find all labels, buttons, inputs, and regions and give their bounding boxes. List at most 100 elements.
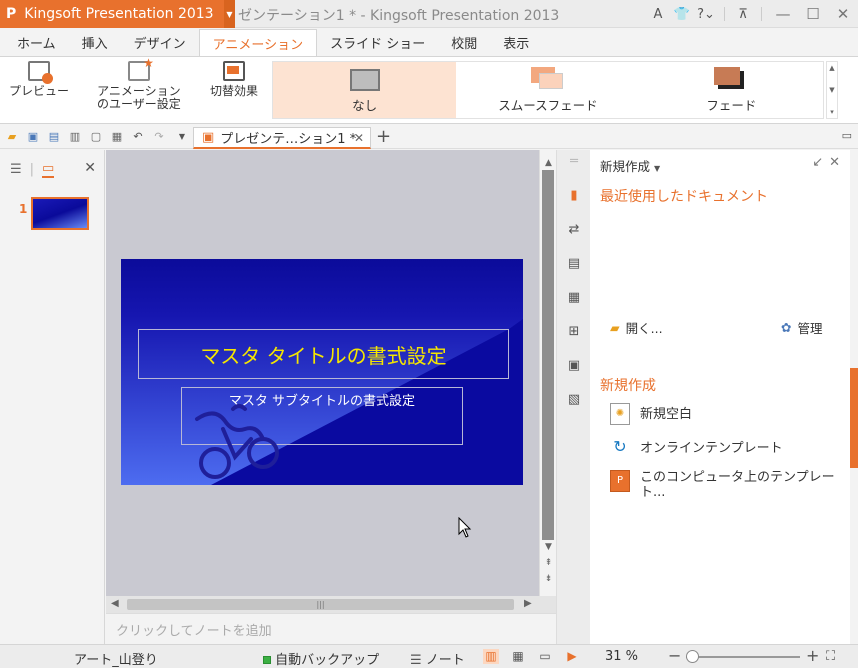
task-sidebar: ═ ▮ ⇄ ▤ ▦ ⊞ ▣ ▧ — [556, 150, 590, 644]
undo-icon[interactable]: ↶ — [131, 130, 145, 144]
slide-thumbnail[interactable] — [31, 197, 89, 230]
reading-view-icon[interactable]: ▭ — [537, 649, 553, 664]
transition-gallery: なし スムースフェード フェード — [272, 61, 824, 119]
tab-animation[interactable]: アニメーション — [198, 29, 318, 56]
minimize-button[interactable]: — — [768, 5, 798, 23]
normal-view-icon[interactable]: ▥ — [483, 649, 499, 664]
close-panel-icon[interactable]: ✕ — [84, 160, 96, 176]
prev-slide-icon[interactable]: ⇞ — [543, 558, 554, 568]
skin-shirt-icon[interactable]: 👕 — [670, 7, 694, 22]
scroll-left-icon[interactable]: ◀ — [111, 598, 119, 609]
auto-backup[interactable]: 自動バックアップ — [263, 649, 379, 668]
maximize-button[interactable]: ☐ — [798, 5, 828, 23]
slides-panel: ☰ | ▭ ✕ 1 — [0, 150, 105, 644]
zoom-level[interactable]: 31 % — [605, 649, 638, 664]
tab-home[interactable]: ホーム — [4, 29, 69, 56]
layout-icon[interactable]: ▦ — [566, 290, 582, 306]
status-bar: アート_山登り 自動バックアップ ☰ ノート ▥ ▦ ▭ ▶ 31 % − + … — [0, 644, 858, 668]
close-pane-icon[interactable]: ✕ — [829, 155, 846, 170]
tab-insert[interactable]: 挿入 — [69, 29, 121, 56]
task-pane-edge — [850, 150, 858, 644]
tab-slideshow[interactable]: スライド ショー — [317, 29, 438, 56]
switch-effect-icon — [223, 61, 245, 81]
grid-icon[interactable]: ⊞ — [566, 324, 582, 340]
manage-link[interactable]: ✿ 管理 — [781, 318, 823, 337]
template-file-icon: P — [610, 470, 630, 492]
slide[interactable]: マスタ タイトルの書式設定 マスタ サブタイトルの書式設定 — [121, 259, 523, 485]
dock-icon[interactable]: ↙ — [812, 155, 829, 170]
customize-dropdown-icon[interactable]: ▼ — [175, 130, 189, 144]
scroll-up-icon[interactable]: ▲ — [543, 158, 554, 168]
layers-icon[interactable]: ▤ — [566, 256, 582, 272]
scroll-right-icon[interactable]: ▶ — [524, 598, 532, 609]
zoom-slider-knob[interactable] — [686, 650, 699, 663]
tab-menu-icon[interactable]: ▭ — [842, 129, 852, 142]
transition-fade[interactable]: フェード — [640, 62, 823, 118]
app-logo: P — [6, 6, 17, 22]
transition-none[interactable]: なし — [273, 62, 457, 118]
next-slide-icon[interactable]: ⇟ — [543, 574, 554, 584]
slideshow-icon[interactable]: ▶ — [564, 649, 580, 664]
tab-review[interactable]: 校閲 — [438, 29, 490, 56]
fit-window-icon[interactable]: ⛶ — [826, 649, 835, 664]
tab-design[interactable]: デザイン — [121, 29, 199, 56]
vertical-scroll-track[interactable] — [542, 170, 554, 540]
print-icon[interactable]: ▥ — [68, 130, 82, 144]
open-folder-icon[interactable]: ▰ — [5, 130, 19, 144]
redo-icon[interactable]: ↷ — [152, 130, 166, 144]
custom-animation-button[interactable]: ★ アニメーション のユーザー設定 — [97, 57, 181, 111]
new-blank-item[interactable]: ✺ 新規空白 — [610, 403, 692, 425]
font-a-icon[interactable]: A — [646, 7, 670, 22]
save-icon[interactable]: ▣ — [26, 130, 40, 144]
export-pdf-icon[interactable]: ▤ — [47, 130, 61, 144]
find-icon[interactable]: ▦ — [110, 130, 124, 144]
preview-label: プレビュー — [9, 84, 70, 98]
online-template-icon: ↻ — [610, 437, 630, 459]
preview-button[interactable]: プレビュー — [9, 61, 69, 98]
slide-sorter-icon[interactable]: ▦ — [510, 649, 526, 664]
open-link[interactable]: ▰ 開く... — [610, 318, 663, 337]
online-templates-item[interactable]: ↻ オンラインテンプレート — [610, 437, 783, 459]
task-pane-title[interactable]: 新規作成 ▼ — [600, 156, 660, 175]
transition-smooth-fade[interactable]: スムースフェード — [456, 62, 639, 118]
document-search-icon[interactable]: ▧ — [566, 392, 582, 408]
quick-access-toolbar: ▰ ▣ ▤ ▥ ▢ ▦ ↶ ↷ ▼ ▣ プレゼンテ…ション1 * ✕ + ▭ — [0, 125, 858, 149]
image-icon[interactable]: ▣ — [566, 358, 582, 374]
help-icon[interactable]: ?⌄ — [694, 7, 718, 22]
gallery-scroll[interactable]: ▲ ▼ ▾ — [826, 61, 838, 119]
ribbon-tabs: ホーム 挿入 デザイン アニメーション スライド ショー 校閲 表示 — [0, 29, 858, 56]
collapse-ribbon-icon[interactable]: ⊼ — [731, 7, 755, 22]
print-preview-icon[interactable]: ▢ — [89, 130, 103, 144]
task-pane-toggle[interactable] — [850, 368, 858, 468]
close-tab-icon[interactable]: ✕ — [354, 131, 364, 145]
local-templates-item[interactable]: P このコンピュータ上のテンプレート... — [610, 470, 840, 500]
gear-icon: ✿ — [781, 320, 792, 335]
switch-icon[interactable]: ⇄ — [566, 222, 582, 238]
horizontal-scroll-thumb[interactable]: ||| — [127, 599, 514, 610]
slides-view-icon[interactable]: ▭ — [42, 161, 55, 178]
grip-icon: ═ — [570, 154, 578, 169]
zoom-out-icon[interactable]: − — [668, 646, 681, 665]
open-folder-icon: ▰ — [610, 320, 620, 335]
app-menu-dropdown-icon[interactable]: ▼ — [224, 0, 235, 28]
zoom-slider[interactable] — [686, 656, 800, 658]
scroll-down-icon[interactable]: ▼ — [543, 542, 554, 552]
outline-view-icon[interactable]: ☰ — [10, 162, 22, 177]
new-heading: 新規作成 — [600, 378, 656, 394]
mouse-cursor-icon — [458, 517, 472, 538]
new-document-icon[interactable]: ▮ — [566, 188, 582, 204]
backup-status-icon — [263, 656, 271, 664]
close-button[interactable]: ✕ — [828, 5, 858, 23]
switch-effect-button[interactable]: 切替効果 — [210, 61, 258, 98]
notes-area[interactable]: クリックしてノートを追加 — [106, 613, 556, 644]
tab-view[interactable]: 表示 — [490, 29, 542, 56]
notes-toggle[interactable]: ☰ ノート — [410, 649, 465, 668]
horizontal-scrollbar[interactable]: ◀ ||| ▶ — [106, 596, 539, 613]
vertical-scrollbar[interactable]: ▲ ▼ ⇞ ⇟ — [539, 150, 556, 596]
zoom-in-icon[interactable]: + — [806, 646, 819, 665]
new-tab-icon[interactable]: + — [376, 126, 391, 147]
document-tab[interactable]: ▣ プレゼンテ…ション1 * ✕ — [193, 127, 371, 149]
app-menu-button[interactable]: P Kingsoft Presentation 2013 — [0, 0, 224, 28]
slide-title[interactable]: マスタ タイトルの書式設定 — [138, 329, 509, 379]
task-pane: 新規作成 ▼ ↙✕ 最近使用したドキュメント ▰ 開く... ✿ 管理 新規作成… — [590, 150, 850, 644]
